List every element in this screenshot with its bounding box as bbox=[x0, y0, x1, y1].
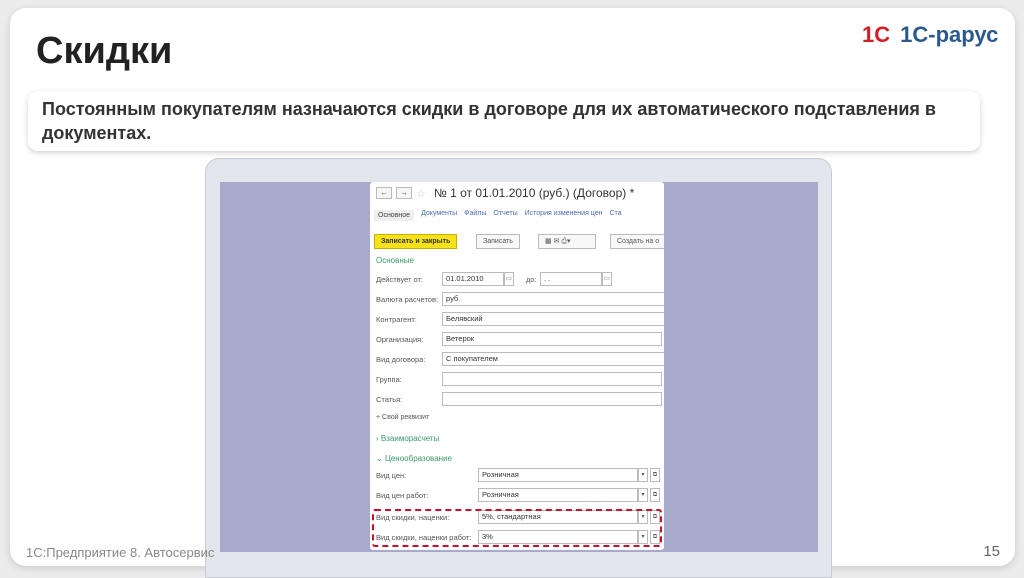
footer-text: 1С:Предприятие 8. Автосервис bbox=[26, 545, 215, 560]
back-button[interactable]: ← bbox=[376, 187, 392, 199]
currency-label: Валюта расчетов: bbox=[376, 295, 439, 304]
work-price-label: Вид цен работ: bbox=[376, 491, 429, 500]
page-number: 15 bbox=[983, 543, 1000, 560]
group-label: Группа: bbox=[376, 375, 402, 384]
slide-title: Скидки bbox=[36, 30, 173, 72]
calendar-icon[interactable]: ▭ bbox=[602, 272, 612, 286]
tab-more[interactable]: Ста bbox=[610, 210, 622, 221]
logo: 1С 1С-рарус bbox=[862, 22, 999, 47]
forward-button[interactable]: → bbox=[396, 187, 412, 199]
tab-files[interactable]: Файлы bbox=[464, 210, 486, 221]
open-icon[interactable]: ⧉ bbox=[650, 488, 660, 502]
star-icon[interactable]: ☆ bbox=[416, 187, 426, 200]
to-label: до: bbox=[526, 275, 537, 284]
article-field[interactable] bbox=[442, 392, 662, 406]
dropdown-icon[interactable]: ▾ bbox=[638, 468, 648, 482]
open-icon[interactable]: ⧉ bbox=[650, 468, 660, 482]
counterparty-field[interactable]: Белявский bbox=[442, 312, 664, 326]
work-price-field[interactable]: Розничная bbox=[478, 488, 638, 502]
settlements-section[interactable]: › Взаиморасчеты bbox=[376, 434, 439, 443]
calendar-icon[interactable]: ▭ bbox=[504, 272, 514, 286]
tab-documents[interactable]: Документы bbox=[421, 210, 457, 221]
dropdown-icon[interactable]: ▾ bbox=[638, 488, 648, 502]
contract-type-field[interactable]: С покупателем bbox=[442, 352, 664, 366]
group-field[interactable] bbox=[442, 372, 662, 386]
valid-from-field[interactable]: 01.01.2010 bbox=[442, 272, 504, 286]
org-field[interactable]: Ветерок bbox=[442, 332, 662, 346]
counterparty-label: Контрагент: bbox=[376, 315, 417, 324]
settlements-label: Взаиморасчеты bbox=[380, 434, 440, 443]
save-close-button[interactable]: Записать и закрыть bbox=[374, 234, 458, 249]
tab-main[interactable]: Основное bbox=[374, 210, 415, 221]
subtitle-banner: Постоянным покупателям назначаются скидк… bbox=[28, 91, 980, 151]
save-button[interactable]: Записать bbox=[476, 234, 520, 249]
org-label: Организация: bbox=[376, 335, 424, 344]
valid-to-field[interactable]: . . bbox=[540, 272, 602, 286]
price-type-label: Вид цен: bbox=[376, 471, 407, 480]
custom-attribute-link[interactable]: + Свой реквизит bbox=[376, 414, 429, 421]
contract-form: ← → ☆ № 1 от 01.01.2010 (руб.) (Договор)… bbox=[370, 182, 664, 550]
create-based-button[interactable]: Создать на о bbox=[610, 234, 664, 249]
form-title: № 1 от 01.01.2010 (руб.) (Договор) * bbox=[433, 186, 635, 200]
section-main: Основные bbox=[376, 256, 414, 265]
currency-field[interactable]: руб. bbox=[442, 292, 664, 306]
tab-reports[interactable]: Отчеты bbox=[493, 210, 517, 221]
price-type-field[interactable]: Розничная bbox=[478, 468, 638, 482]
pricing-label: Ценообразование bbox=[384, 454, 452, 463]
contract-type-label: Вид договора: bbox=[376, 355, 426, 364]
tab-price-history[interactable]: История изменения цен bbox=[525, 210, 603, 221]
discount-highlight bbox=[372, 509, 662, 547]
article-label: Статья: bbox=[376, 395, 403, 404]
pricing-section[interactable]: ⌄ Ценообразование bbox=[376, 454, 452, 463]
toolbar-icons[interactable]: ▦ ✉ ⎙▾ bbox=[538, 234, 596, 249]
valid-from-label: Действует от: bbox=[376, 275, 424, 284]
